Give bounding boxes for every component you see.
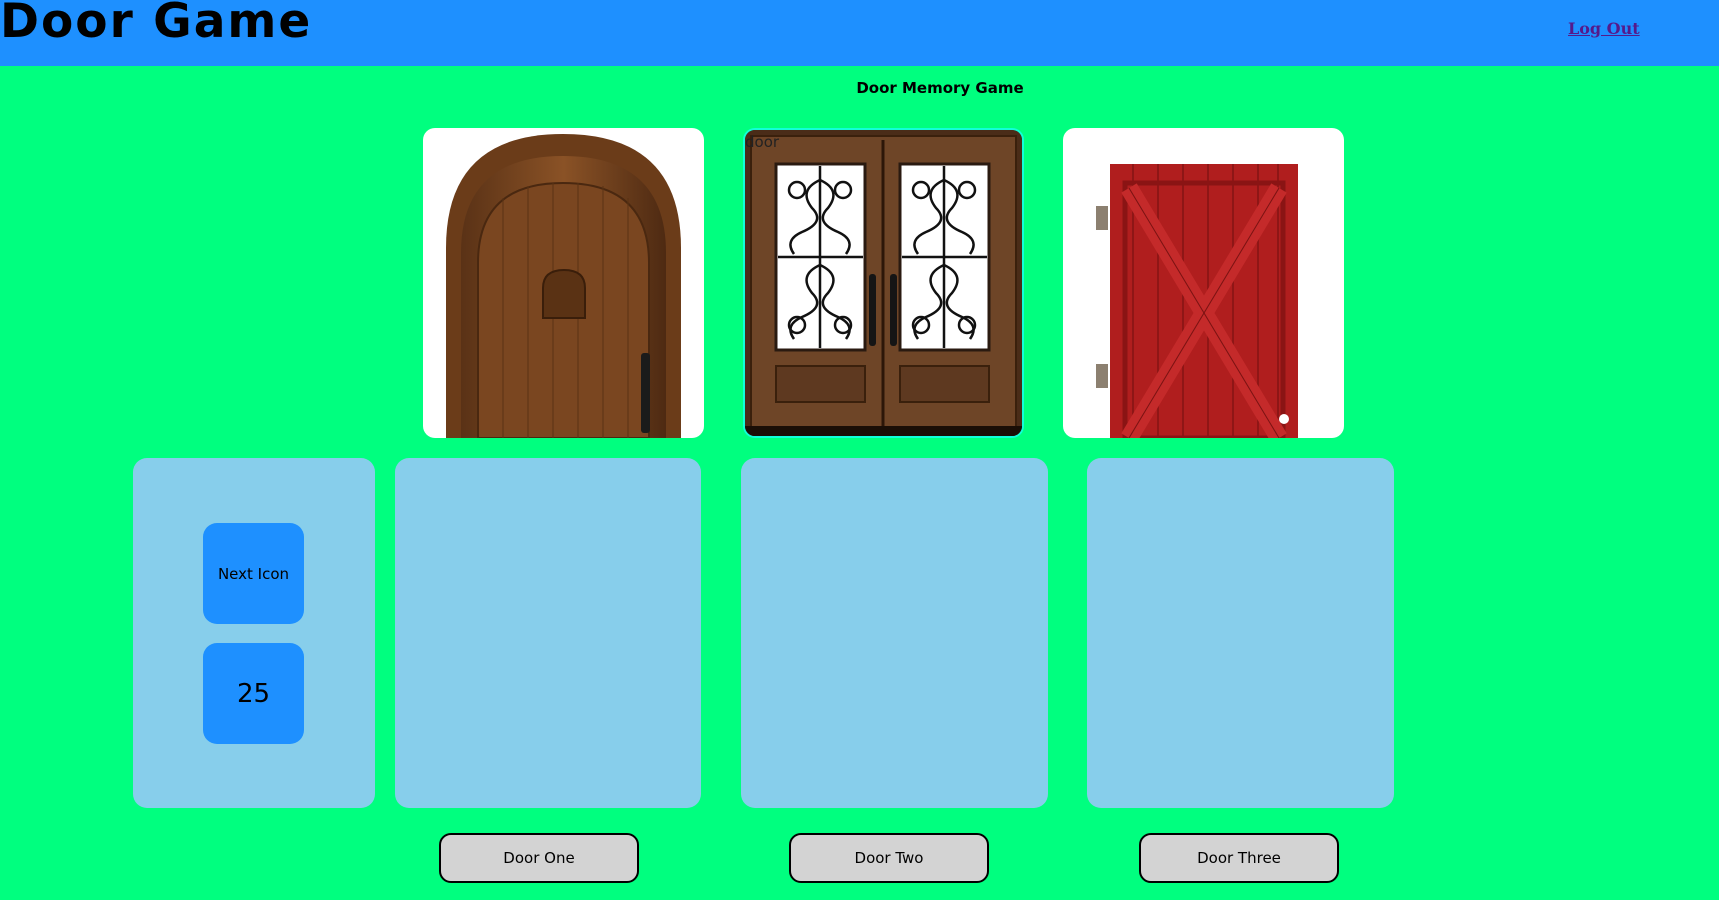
door-image-two: door: [743, 128, 1024, 438]
door-slot-three[interactable]: [1087, 458, 1394, 808]
door-two-button[interactable]: Door Two: [789, 833, 989, 883]
door-slot-one[interactable]: [395, 458, 701, 808]
logout-link[interactable]: Log Out: [1568, 19, 1640, 38]
door-caption: door: [745, 133, 780, 151]
door-one-button[interactable]: Door One: [439, 833, 639, 883]
door-slot-two[interactable]: [741, 458, 1048, 808]
page-subtitle: Door Memory Game: [856, 79, 1024, 97]
door-image-three: [1063, 128, 1344, 438]
control-panel: Next Icon 25: [133, 458, 375, 808]
door-three-button[interactable]: Door Three: [1139, 833, 1339, 883]
app-title: Door Game: [0, 0, 313, 49]
double-wrought-iron-door-icon: [745, 130, 1022, 436]
door-image-one: [423, 128, 704, 438]
red-barn-door-icon: [1096, 164, 1298, 438]
header-bar: Door Game Log Out: [0, 0, 1719, 66]
next-icon-button[interactable]: Next Icon: [203, 523, 304, 624]
arched-wooden-door-icon: [446, 134, 681, 438]
counter-display: 25: [203, 643, 304, 744]
